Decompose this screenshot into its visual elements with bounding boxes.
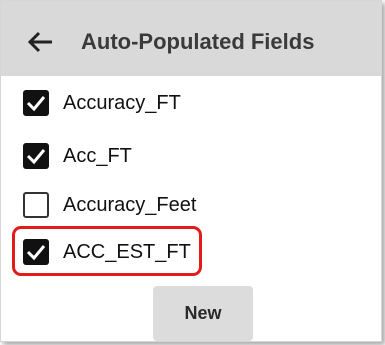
field-row-acc-ft[interactable]: Acc_FT xyxy=(23,141,132,171)
page-title: Auto-Populated Fields xyxy=(81,29,315,54)
checkbox-checked-icon[interactable] xyxy=(23,143,49,169)
field-row-accuracy-feet[interactable]: Accuracy_Feet xyxy=(23,190,196,220)
arrow-left-icon[interactable] xyxy=(27,31,53,53)
new-button[interactable]: New xyxy=(153,286,253,341)
header-bar: Auto-Populated Fields xyxy=(1,1,381,76)
auto-populated-fields-panel: Auto-Populated Fields Accuracy_FT Acc_FT… xyxy=(0,0,382,342)
checkbox-unchecked-icon[interactable] xyxy=(23,192,49,218)
field-row-accuracy-ft[interactable]: Accuracy_FT xyxy=(23,88,181,118)
field-label: Accuracy_Feet xyxy=(63,194,197,216)
highlight-outline xyxy=(12,226,202,276)
checkbox-checked-icon[interactable] xyxy=(23,90,49,116)
field-label: Acc_FT xyxy=(63,145,132,167)
field-label: Accuracy_FT xyxy=(63,92,181,114)
